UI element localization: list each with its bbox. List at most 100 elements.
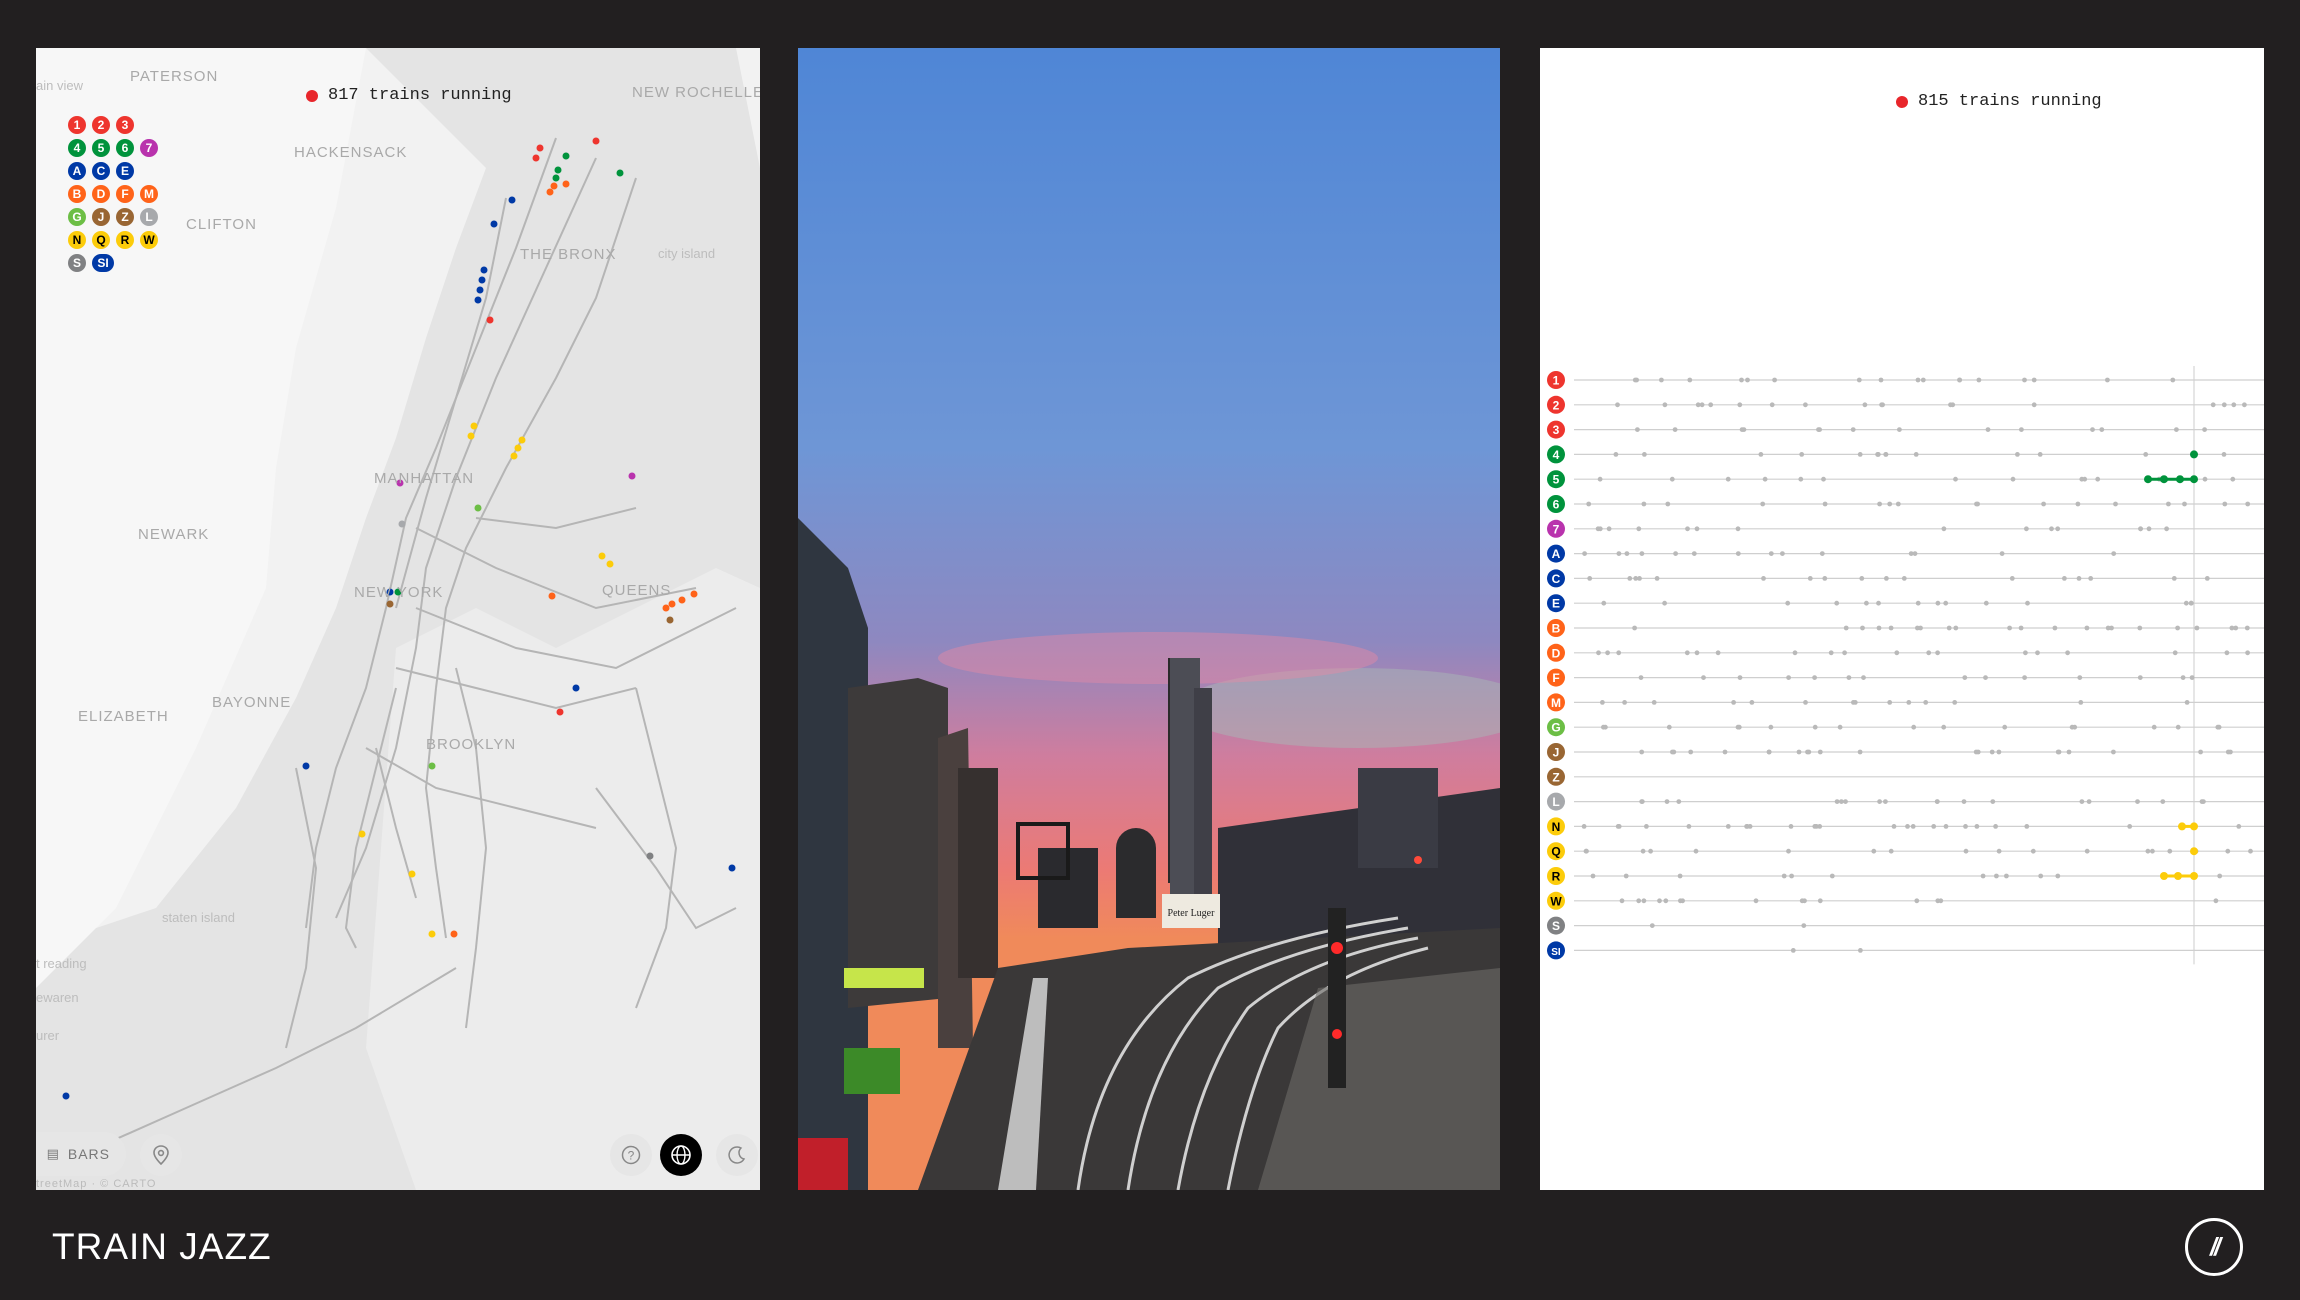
line-row-b[interactable]: B — [1547, 619, 2264, 637]
train-dot — [1586, 501, 1592, 507]
train-dot — [1601, 600, 1607, 606]
train-dot — [1996, 749, 2002, 755]
line-row-z[interactable]: Z — [1547, 767, 2264, 786]
line-bullet-d[interactable]: D — [92, 185, 110, 203]
line-row-q[interactable]: Q — [1547, 842, 2264, 861]
train-dot — [2151, 724, 2157, 730]
train-dot — [1842, 650, 1847, 656]
line-bullet-q[interactable]: Q — [92, 231, 110, 249]
train-dot — [1725, 824, 1731, 829]
line-row-d[interactable]: D — [1547, 643, 2264, 662]
map-label-bayonne: BAYONNE — [212, 694, 292, 711]
line-row-n[interactable]: N — [1547, 817, 2264, 836]
line-bullet-g[interactable]: G — [68, 208, 86, 226]
train-dot — [2002, 724, 2008, 730]
train-dot — [1976, 377, 1982, 383]
train-marker — [548, 592, 556, 600]
line-bullet-e[interactable]: E — [116, 162, 134, 180]
train-dot — [2150, 848, 2155, 854]
map-panel[interactable]: PATERSON NEW ROCHELLE HACKENSACK CLIFTON… — [36, 48, 760, 1190]
line-row-l[interactable]: L — [1547, 792, 2264, 811]
line-row-c[interactable]: C — [1547, 569, 2264, 588]
map-label-new-york: NEW YORK — [354, 584, 444, 601]
line-bullet-j[interactable]: J — [92, 208, 110, 226]
line-bullet-w[interactable]: W — [140, 231, 158, 249]
line-bullet-m[interactable]: M — [140, 185, 158, 203]
train-marker — [546, 188, 554, 196]
train-dot — [1803, 402, 1808, 408]
train-dot — [2172, 650, 2178, 656]
line-bullet-2[interactable]: 2 — [92, 116, 110, 134]
line-row-3[interactable]: 3 — [1547, 420, 2264, 439]
train-dot — [1859, 576, 1865, 581]
train-marker — [536, 144, 544, 152]
line-row-7[interactable]: 7 — [1547, 519, 2264, 538]
line-bullet-c[interactable]: C — [92, 162, 110, 180]
bars-icon: ▤ — [46, 1146, 60, 1161]
bars-view-button[interactable]: ▤ BARS — [36, 1132, 126, 1176]
line-row-2[interactable]: 2 — [1547, 395, 2264, 414]
train-dot — [2022, 675, 2027, 680]
line-row-r[interactable]: R — [1547, 867, 2264, 885]
train-dot — [1806, 749, 1812, 755]
train-dot — [1918, 625, 1923, 631]
dark-mode-button[interactable] — [716, 1134, 758, 1176]
line-bullet-a[interactable]: A — [68, 162, 86, 180]
line-bullet-s[interactable]: S — [68, 254, 86, 272]
line-row-1[interactable]: 1 — [1547, 371, 2264, 389]
train-dot — [1581, 824, 1587, 829]
line-row-4[interactable]: 4 — [1547, 445, 2264, 464]
line-bullet-b[interactable]: B — [68, 185, 86, 203]
train-dot — [1895, 501, 1901, 507]
line-bullet-r[interactable]: R — [116, 231, 134, 249]
line-row-m[interactable]: M — [1547, 693, 2264, 712]
map-label-brooklyn: BROOKLYN — [426, 736, 517, 753]
train-dot — [1876, 600, 1881, 606]
train-dot — [1597, 476, 1603, 482]
train-dot — [2127, 824, 2133, 829]
line-bullet-n[interactable]: N — [68, 231, 86, 249]
line-row-s[interactable]: S — [1547, 916, 2264, 935]
train-dot — [2137, 675, 2143, 680]
train-dot — [2024, 824, 2030, 829]
map-attribution: treetMap · © CARTO — [36, 1178, 157, 1190]
train-dot — [1691, 551, 1697, 556]
line-row-g[interactable]: G — [1547, 718, 2264, 737]
help-button[interactable]: ? — [610, 1134, 652, 1176]
train-dot — [2224, 650, 2230, 656]
line-bullet-6[interactable]: 6 — [116, 139, 134, 157]
train-dot — [1973, 749, 1979, 755]
line-bullet-z[interactable]: Z — [116, 208, 134, 226]
line-bullet-3[interactable]: 3 — [116, 116, 134, 134]
train-dot — [1894, 650, 1900, 656]
line-bars-chart[interactable]: 1 2 3 4 5 6 7 ACEBDFMGJZLNQRWS SI — [1540, 48, 2264, 1190]
line-bullet-5[interactable]: 5 — [92, 139, 110, 157]
line-row-si[interactable]: SI — [1547, 941, 2264, 960]
train-dot — [1946, 625, 1952, 631]
line-bullet-1[interactable]: 1 — [68, 116, 86, 134]
train-dot — [1796, 749, 1802, 755]
line-row-w[interactable]: W — [1547, 891, 2264, 910]
line-row-e[interactable]: E — [1547, 594, 2264, 613]
line-bullet-7[interactable]: 7 — [140, 139, 158, 157]
location-button[interactable] — [140, 1134, 182, 1176]
line-bullet-l[interactable]: L — [140, 208, 158, 226]
line-row-j[interactable]: J — [1547, 743, 2264, 761]
line-row-f[interactable]: F — [1547, 668, 2264, 687]
train-dot — [1785, 600, 1791, 606]
train-dot — [1877, 799, 1882, 804]
line-bullet-si[interactable]: SI — [92, 254, 114, 272]
train-dot — [2245, 501, 2251, 507]
line-row-5[interactable]: 5 — [1547, 470, 2264, 489]
line-row-a[interactable]: A — [1547, 544, 2264, 563]
train-dot — [1834, 600, 1840, 606]
train-dot — [1883, 799, 1888, 804]
line-bullet-4[interactable]: 4 — [68, 139, 86, 157]
line-bullet-f[interactable]: F — [116, 185, 134, 203]
bars-view-panel[interactable]: 815 trains running 1234567ACEBDFMGJZLNQR… — [1540, 48, 2264, 1190]
train-dot — [1639, 551, 1645, 556]
train-dot — [2248, 848, 2253, 854]
train-dot — [1857, 452, 1863, 457]
line-row-6[interactable]: 6 — [1547, 495, 2264, 513]
globe-button[interactable] — [660, 1134, 702, 1176]
